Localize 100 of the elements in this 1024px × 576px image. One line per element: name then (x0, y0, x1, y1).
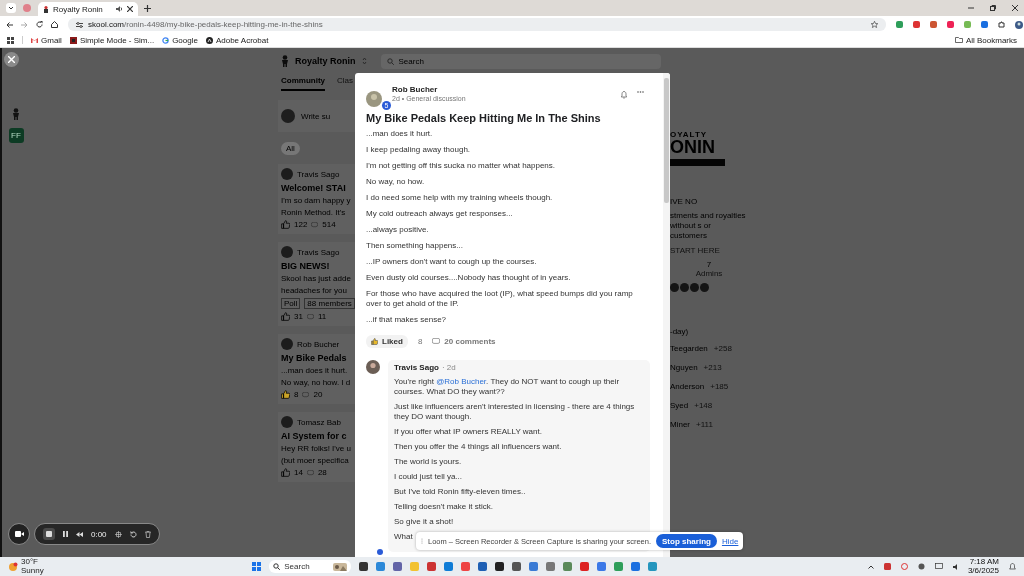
leaderboard-title: -day) (670, 327, 690, 336)
post-excerpt: I'm so darn happy y (281, 196, 352, 205)
extension-icon[interactable] (930, 21, 937, 28)
ninja-icon[interactable] (281, 55, 289, 67)
minimize-icon[interactable] (968, 5, 974, 11)
nav-tab[interactable]: Community (281, 74, 325, 91)
record-icon[interactable] (22, 3, 32, 13)
thumbs-up-icon[interactable] (281, 468, 290, 477)
ninja-icon[interactable] (12, 108, 20, 120)
comment-text: Just like influencers aren't interested in licensing - there are 4 things they DO want though. (394, 402, 636, 422)
leader-name[interactable]: Nguyen (670, 362, 698, 372)
filter-chip[interactable]: All (281, 141, 300, 155)
author-name[interactable]: Rob Bucher (297, 339, 340, 349)
start-here-link[interactable]: START HERE (670, 246, 765, 255)
author-name[interactable]: Rob Bucher (392, 85, 466, 94)
close-icon (8, 56, 15, 63)
bookmark-link[interactable]: Adobe Acrobat (205, 35, 269, 45)
weather-icon[interactable] (8, 561, 18, 572)
community-badge[interactable]: FF (8, 128, 24, 143)
leader-name[interactable]: Teegarden (670, 343, 708, 353)
hide-link[interactable]: Hide (721, 536, 739, 546)
bell-icon[interactable] (621, 91, 627, 99)
extension-icon[interactable] (913, 21, 920, 28)
search-field[interactable]: Search (380, 53, 661, 69)
monitor-icon[interactable] (934, 563, 943, 570)
extension-icon[interactable] (947, 21, 954, 28)
clock-date[interactable]: 3/6/2025 (967, 566, 999, 575)
close-button[interactable] (4, 52, 19, 67)
author-name[interactable]: Travis Sago (297, 169, 340, 179)
thumbs-up-icon[interactable] (281, 312, 290, 321)
notification-icon[interactable] (1009, 563, 1016, 570)
like-count: 14 (294, 468, 303, 477)
app-icon[interactable] (917, 563, 925, 570)
post-paragraph: ...always positive. (366, 225, 430, 235)
post-card[interactable]: Rob Bucher My Bike Pedals ...man does it hurt. No way, no how. I d 8 20 (278, 334, 355, 404)
close-icon[interactable] (1012, 5, 1018, 11)
author-name[interactable]: Travis Sago (297, 247, 340, 257)
close-icon[interactable] (127, 6, 133, 12)
composer-placeholder[interactable]: Write su (301, 111, 331, 121)
bookmark-link[interactable]: Simple Mode - Sim... (69, 35, 155, 45)
avatar-icon[interactable] (1015, 20, 1023, 29)
start-icon[interactable] (252, 562, 262, 571)
forward-icon[interactable] (21, 21, 28, 28)
bookmark-link[interactable]: Gmail (31, 35, 62, 45)
address-bar[interactable]: skool.com/ronin-4498/my-bike-pedals-keep-hitting-me-in-the-shins (68, 18, 886, 31)
comment-time: · 2d (441, 363, 456, 372)
weather-condition[interactable]: Sunny (21, 566, 44, 575)
crosshair-icon[interactable] (114, 530, 122, 538)
temperature[interactable]: 30°F (21, 558, 44, 567)
like-button[interactable]: Liked (366, 335, 408, 348)
post-title[interactable]: AI System for c (281, 431, 355, 441)
restart-icon[interactable] (129, 530, 137, 538)
chevron-up-icon[interactable] (867, 564, 874, 569)
star-icon[interactable] (871, 21, 878, 28)
post-title[interactable]: BIG NEWS! (281, 261, 355, 271)
browser-tab[interactable]: Royalty Ronin (38, 2, 138, 16)
extension-icon[interactable] (981, 21, 988, 28)
post-title[interactable]: Welcome! STAI (281, 183, 355, 193)
leader-name[interactable]: Anderson (670, 381, 705, 391)
comment-author[interactable]: Travis Sago (394, 363, 439, 372)
all-bookmarks-link[interactable]: All Bookmarks (954, 35, 1017, 45)
leader-name[interactable]: Syed (670, 400, 689, 410)
back-icon[interactable] (6, 21, 13, 28)
trash-icon[interactable] (144, 530, 151, 538)
home-icon[interactable] (51, 21, 58, 28)
speaker-icon[interactable] (116, 6, 123, 12)
clock-time[interactable]: 7:18 AM (967, 558, 999, 567)
post-tag: 88 members (304, 298, 355, 309)
post-card[interactable]: Tomasz Bab AI System for c Hey RR folks! I've u (but moer specifica 14 28 (278, 412, 355, 482)
post-card[interactable]: Travis Sago Welcome! STAI I'm so darn happy y Ronin Method. It's 122 514 (278, 164, 355, 234)
tab-list-icon[interactable] (6, 3, 16, 13)
switch-icon[interactable] (361, 57, 367, 65)
post-card[interactable]: Travis Sago BIG NEWS! Skool has just adde headaches for you Poll 88 members 31 11 (278, 242, 355, 326)
search-icon (273, 563, 281, 570)
avatar-icon (281, 168, 293, 180)
pause-icon[interactable] (63, 531, 68, 537)
stop-button[interactable] (43, 528, 55, 540)
bookmark-link[interactable]: Google (162, 35, 198, 45)
comments-link[interactable]: 20 comments (432, 337, 496, 346)
author-name[interactable]: Tomasz Bab (297, 417, 342, 427)
restore-icon[interactable] (990, 5, 996, 11)
apps-grid-icon[interactable] (7, 36, 14, 44)
site-info-icon[interactable] (76, 21, 83, 28)
thumbs-up-icon[interactable] (281, 220, 290, 229)
taskbar-search[interactable]: Search (269, 560, 352, 573)
post-title[interactable]: My Bike Pedals (281, 353, 355, 363)
new-tab-icon[interactable] (144, 4, 151, 12)
leader-points: +111 (696, 419, 713, 429)
comment-text: If you offer what IP owners REALLY want. (394, 427, 542, 437)
extension-icon[interactable] (896, 21, 903, 28)
camera-button[interactable] (8, 523, 30, 545)
leader-name[interactable]: Miner (670, 419, 690, 429)
camera-icon (14, 531, 24, 537)
rewind-icon[interactable] (76, 531, 83, 537)
stop-sharing-button[interactable]: Stop sharing (656, 534, 717, 548)
puzzle-icon[interactable] (998, 21, 1005, 28)
community-name[interactable]: Royalty Ronin (295, 56, 356, 66)
volume-icon[interactable] (952, 563, 960, 570)
thumbs-up-icon[interactable] (281, 390, 290, 399)
reload-icon[interactable] (36, 21, 43, 28)
